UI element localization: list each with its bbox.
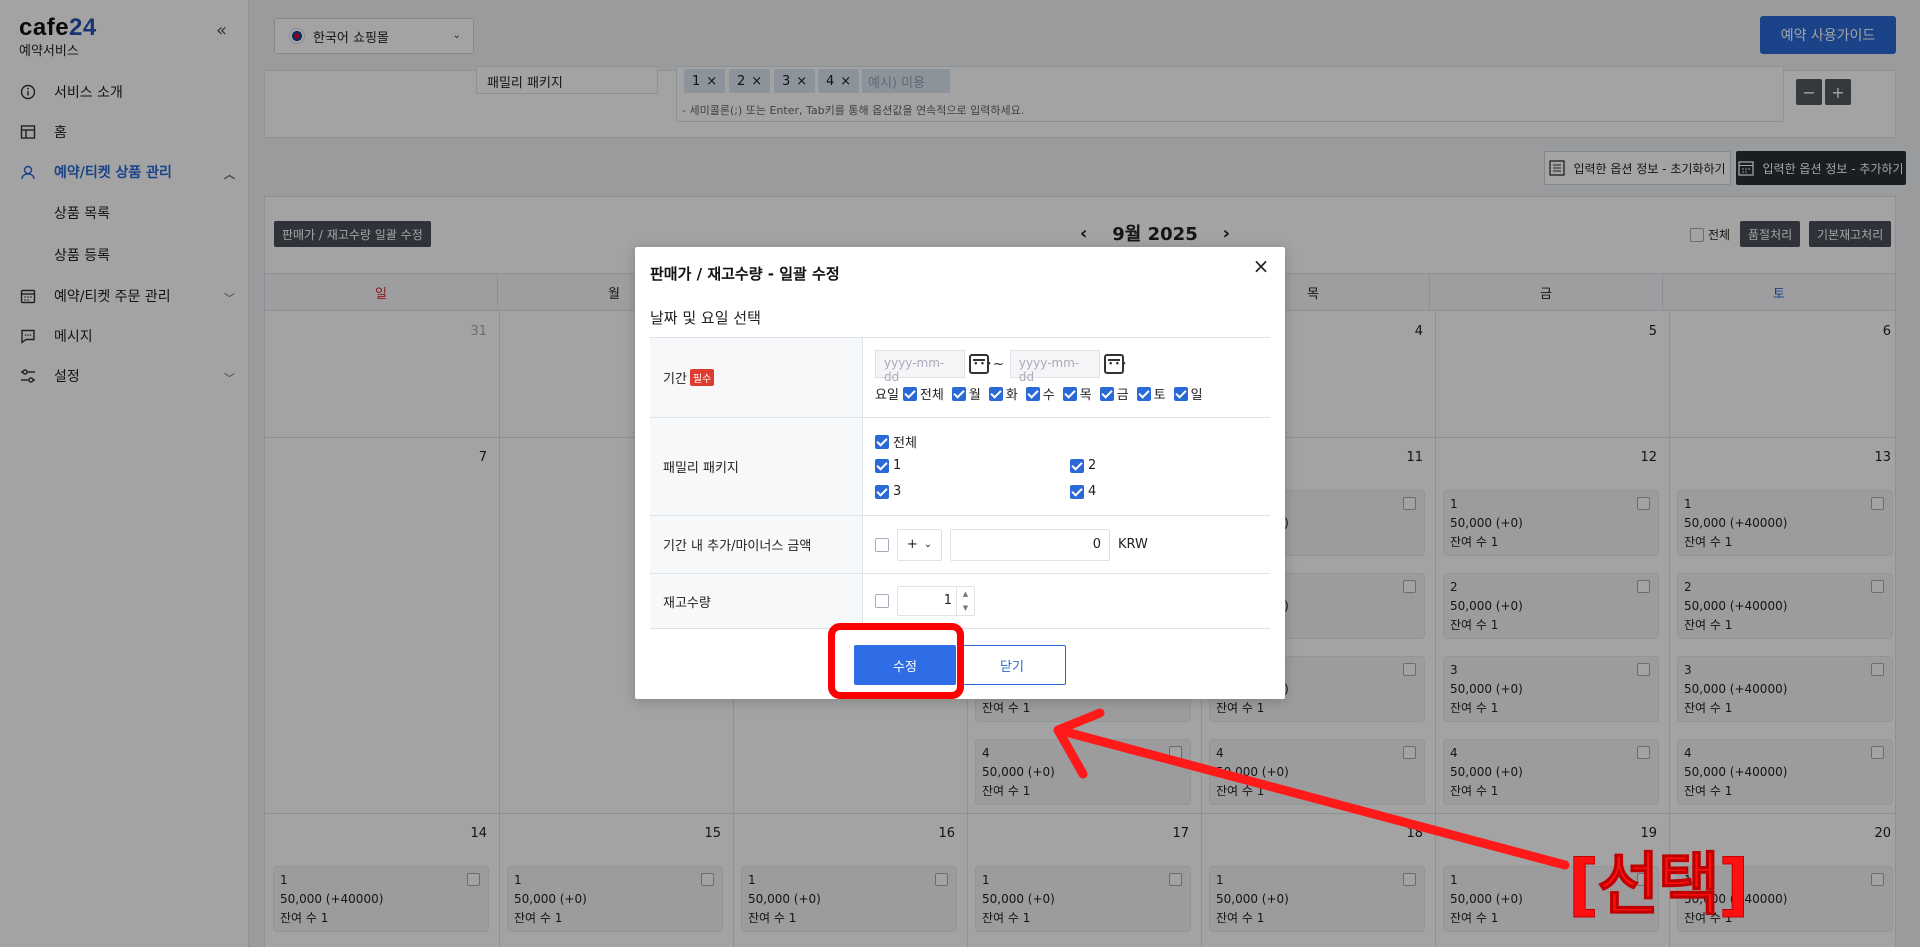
- package-check-3[interactable]: 3: [875, 484, 901, 499]
- chevron-down-icon: ⌄: [923, 539, 933, 550]
- weekday-check-wed[interactable]: 수: [1025, 384, 1055, 403]
- weekday-option-label: 토: [1153, 388, 1166, 403]
- end-date-input[interactable]: yyyy-mm-dd: [1009, 350, 1100, 384]
- checkbox-checked[interactable]: [1062, 386, 1077, 401]
- weekday-option-label: 월: [968, 388, 981, 403]
- period-row: 기간필수 yyyy-mm-dd ~ yyyy-mm-dd 요일 전체 월 화 수…: [650, 338, 1270, 418]
- weekday-option-label: 화: [1005, 388, 1018, 403]
- required-badge: 필수: [689, 369, 715, 386]
- package-option-label: 3: [893, 484, 902, 499]
- period-label-text: 기간: [663, 372, 687, 387]
- checkbox-checked[interactable]: [1070, 458, 1084, 473]
- stock-checkbox[interactable]: [875, 594, 889, 608]
- currency-label: KRW: [1118, 537, 1148, 552]
- annotation-label: [선택]: [1567, 846, 1749, 926]
- modal-title: 판매가 / 재고수량 - 일괄 수정: [650, 265, 840, 283]
- checkbox-checked[interactable]: [951, 386, 966, 401]
- package-option-label: 1: [893, 458, 902, 473]
- weekday-option-label: 수: [1042, 388, 1055, 403]
- stock-row: 재고수량 1 ▲ ▼: [650, 574, 1270, 629]
- weekday-check-sat[interactable]: 토: [1136, 384, 1166, 403]
- calendar-icon[interactable]: [1103, 354, 1128, 374]
- checkbox-checked[interactable]: [902, 386, 917, 401]
- highlight-box: [828, 623, 964, 699]
- bulk-edit-form: 기간필수 yyyy-mm-dd ~ yyyy-mm-dd 요일 전체 월 화 수…: [650, 337, 1270, 629]
- weekday-option-label: 목: [1079, 388, 1092, 403]
- sign-select-value: +: [906, 537, 918, 552]
- weekday-option-label: 금: [1116, 388, 1129, 403]
- checkbox-checked[interactable]: [875, 434, 889, 449]
- package-value: 전체 1 2 3 4: [863, 418, 1270, 515]
- package-option-label: 전체: [893, 436, 917, 451]
- start-date-input[interactable]: yyyy-mm-dd: [875, 350, 965, 384]
- package-row: 패밀리 패키지 전체 1 2 3 4: [650, 418, 1270, 516]
- calendar-icon[interactable]: [969, 354, 993, 374]
- stock-value: 1 ▲ ▼: [863, 574, 1270, 628]
- checkbox-checked[interactable]: [1025, 386, 1040, 401]
- checkbox-checked[interactable]: [988, 386, 1003, 401]
- weekday-option-label: 전체: [919, 388, 944, 403]
- weekday-label: 요일: [875, 388, 899, 403]
- checkbox-checked[interactable]: [1173, 386, 1188, 401]
- close-icon[interactable]: ×: [1251, 256, 1271, 277]
- weekday-check-mon[interactable]: 월: [951, 384, 981, 403]
- stock-label: 재고수량: [650, 574, 863, 628]
- price-value: + ⌄ 0 KRW: [863, 516, 1270, 573]
- package-check-1[interactable]: 1: [875, 458, 901, 473]
- package-option-label: 4: [1088, 484, 1097, 499]
- section-title: 날짜 및 요일 선택: [650, 309, 761, 327]
- price-checkbox[interactable]: [875, 537, 889, 552]
- checkbox-checked[interactable]: [875, 458, 889, 473]
- amount-input[interactable]: 0: [950, 528, 1110, 561]
- package-check-2[interactable]: 2: [1070, 458, 1096, 473]
- close-button[interactable]: 닫기: [958, 645, 1066, 685]
- weekday-check-sun[interactable]: 일: [1173, 384, 1203, 403]
- checkbox-checked[interactable]: [1070, 484, 1084, 499]
- increment-icon[interactable]: ▲: [963, 590, 968, 598]
- weekday-check-tue[interactable]: 화: [988, 384, 1018, 403]
- price-row: 기간 내 추가/마이너스 금액 + ⌄ 0 KRW: [650, 516, 1270, 574]
- checkbox-checked[interactable]: [1099, 386, 1114, 401]
- checkbox-checked[interactable]: [875, 484, 889, 499]
- checkbox-checked[interactable]: [1136, 386, 1151, 401]
- package-check-4[interactable]: 4: [1070, 484, 1096, 499]
- stock-stepper-value: 1: [943, 593, 952, 608]
- weekday-check-fri[interactable]: 금: [1099, 384, 1129, 403]
- package-label: 패밀리 패키지: [650, 418, 863, 515]
- period-label: 기간 필수: [650, 338, 863, 417]
- weekday-check-thu[interactable]: 목: [1062, 384, 1092, 403]
- weekday-check-all[interactable]: 전체: [902, 384, 944, 403]
- decrement-icon[interactable]: ▼: [963, 604, 968, 612]
- period-value: yyyy-mm-dd ~ yyyy-mm-dd 요일 전체 월 화 수 목 금 …: [863, 338, 1270, 417]
- stepper-arrows: ▲ ▼: [956, 587, 974, 615]
- package-check-all[interactable]: 전체: [875, 432, 917, 451]
- package-option-label: 2: [1088, 458, 1097, 473]
- range-separator: ~: [993, 356, 1004, 372]
- price-label: 기간 내 추가/마이너스 금액: [650, 516, 863, 573]
- weekday-option-label: 일: [1190, 388, 1203, 403]
- sign-select[interactable]: + ⌄: [897, 528, 942, 561]
- stock-stepper[interactable]: 1 ▲ ▼: [897, 586, 975, 616]
- weekday-checkboxes: 요일 전체 월 화 수 목 금 토 일: [875, 384, 1258, 403]
